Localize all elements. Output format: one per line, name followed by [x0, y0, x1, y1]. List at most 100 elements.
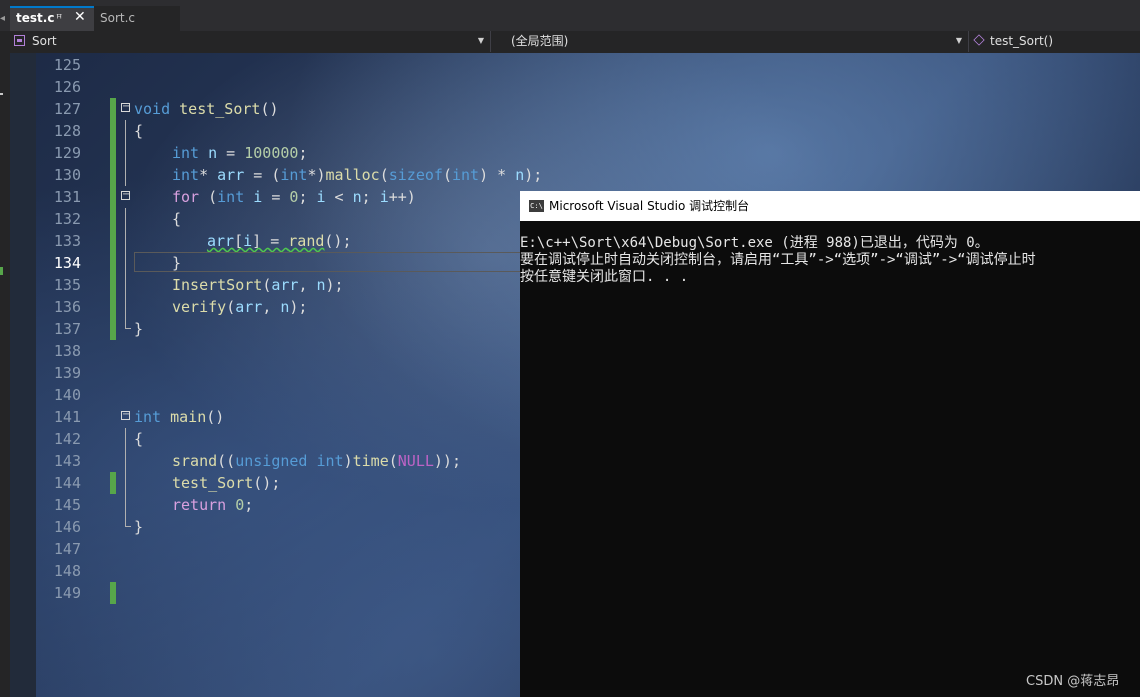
- current-line-highlight: [134, 252, 534, 272]
- document-tab-strip: ◂ test.c ꟸ ✕ Sort.c: [0, 0, 1140, 32]
- code-text: int* arr = (int*)malloc(sizeof(int) * n)…: [172, 166, 543, 184]
- project-icon: [14, 35, 25, 46]
- change-marker: [110, 208, 116, 230]
- code-line[interactable]: 125: [10, 54, 1140, 76]
- function-cube-icon: [973, 34, 985, 46]
- debug-console-window[interactable]: C:\ Microsoft Visual Studio 调试控制台 E:\c++…: [520, 191, 1140, 697]
- console-line: 要在调试停止时自动关闭控制台，请启用“工具”->“选项”->“调试”->“调试停…: [520, 252, 1036, 268]
- line-number: 130: [53, 166, 81, 184]
- line-number: 149: [53, 584, 81, 602]
- change-marker: [110, 582, 116, 604]
- line-number: 132: [53, 210, 81, 228]
- tab-test-c[interactable]: test.c ꟸ ✕: [10, 6, 94, 31]
- change-marker: [110, 186, 116, 208]
- fold-guide: [125, 494, 126, 516]
- code-text: }: [134, 320, 144, 338]
- change-marker: [110, 274, 116, 296]
- function-dropdown[interactable]: test_Sort(): [970, 31, 1140, 52]
- fold-guide: [125, 296, 126, 318]
- code-text: InsertSort(arr, n);: [172, 276, 344, 294]
- code-text: arr[i] = rand();: [207, 232, 352, 250]
- fold-guide: [125, 274, 126, 296]
- line-number: 148: [53, 562, 81, 580]
- change-marker: [110, 318, 116, 340]
- fold-guide: [125, 164, 126, 186]
- console-title-bar[interactable]: C:\ Microsoft Visual Studio 调试控制台: [520, 191, 1140, 221]
- line-number: 128: [53, 122, 81, 140]
- line-number: 136: [53, 298, 81, 316]
- collapse-icon[interactable]: −: [121, 410, 130, 420]
- line-number: 138: [53, 342, 81, 360]
- line-number: 129: [53, 144, 81, 162]
- code-text: }: [172, 254, 182, 272]
- console-output[interactable]: E:\c++\Sort\x64\Debug\Sort.exe (进程 988)已…: [520, 235, 1140, 286]
- code-text: {: [134, 122, 144, 140]
- fold-guide: [125, 142, 126, 164]
- strip-change-marker: [0, 267, 3, 275]
- tab-sort-c-label: Sort.c: [100, 11, 136, 25]
- watermark: CSDN @蒋志昂: [1026, 674, 1120, 689]
- line-number: 139: [53, 364, 81, 382]
- fold-end: [125, 516, 131, 527]
- tab-overflow-edge[interactable]: ◂: [0, 8, 6, 30]
- console-line: 按任意键关闭此窗口. . .: [520, 269, 689, 285]
- pin-icon[interactable]: ꟸ: [56, 8, 62, 29]
- change-marker: [110, 230, 116, 252]
- fold-end: [125, 318, 131, 329]
- line-number: 141: [53, 408, 81, 426]
- line-number: 126: [53, 78, 81, 96]
- code-text: {: [172, 210, 182, 228]
- code-line[interactable]: 129 int n = 100000;: [10, 142, 1140, 164]
- collapse-icon[interactable]: −: [121, 102, 130, 112]
- tab-test-c-label: test.c: [16, 11, 55, 25]
- change-marker: [110, 472, 116, 494]
- change-marker: [110, 164, 116, 186]
- change-marker: [110, 142, 116, 164]
- line-number: 127: [53, 100, 81, 118]
- project-dropdown-label: Sort: [32, 34, 57, 48]
- code-line[interactable]: 127 − void test_Sort(): [10, 98, 1140, 120]
- fold-guide: [125, 208, 126, 230]
- fold-guide: [125, 472, 126, 494]
- code-text: int n = 100000;: [172, 144, 308, 162]
- line-number: 147: [53, 540, 81, 558]
- line-number: 145: [53, 496, 81, 514]
- fold-guide: [125, 450, 126, 472]
- code-text: for (int i = 0; i < n; i++): [172, 188, 416, 206]
- code-line[interactable]: 128 {: [10, 120, 1140, 142]
- line-number: 146: [53, 518, 81, 536]
- line-number: 142: [53, 430, 81, 448]
- line-number: 125: [53, 56, 81, 74]
- line-number: 134: [53, 254, 81, 272]
- close-icon[interactable]: ✕: [74, 7, 86, 28]
- chevron-down-icon: ▼: [477, 36, 484, 45]
- code-text: return 0;: [172, 496, 254, 514]
- code-text: verify(arr, n);: [172, 298, 308, 316]
- strip-marker: [0, 93, 3, 95]
- tab-sort-c[interactable]: Sort.c: [94, 6, 180, 31]
- collapse-icon[interactable]: −: [121, 190, 130, 200]
- scope-dropdown-label: (全局范围): [511, 34, 569, 48]
- change-marker: [110, 296, 116, 318]
- fold-guide: [125, 120, 126, 142]
- code-text: test_Sort();: [172, 474, 281, 492]
- code-line[interactable]: 126: [10, 76, 1140, 98]
- chevron-down-icon: ▼: [955, 36, 962, 45]
- line-number: 143: [53, 452, 81, 470]
- line-number: 140: [53, 386, 81, 404]
- line-number: 144: [53, 474, 81, 492]
- code-text: int main(): [134, 408, 225, 426]
- scope-dropdown[interactable]: (全局范围) ▼: [490, 31, 969, 52]
- left-tool-strip: [0, 53, 10, 697]
- code-text: void test_Sort(): [134, 100, 279, 118]
- fold-guide: [125, 252, 126, 274]
- line-number: 137: [53, 320, 81, 338]
- code-text: {: [134, 430, 144, 448]
- change-marker: [110, 120, 116, 142]
- code-line[interactable]: 130 int* arr = (int*)malloc(sizeof(int) …: [10, 164, 1140, 186]
- project-dropdown[interactable]: Sort ▼: [10, 31, 491, 52]
- function-dropdown-label: test_Sort(): [990, 34, 1054, 48]
- change-marker: [110, 252, 116, 274]
- line-number: 135: [53, 276, 81, 294]
- fold-guide: [125, 428, 126, 450]
